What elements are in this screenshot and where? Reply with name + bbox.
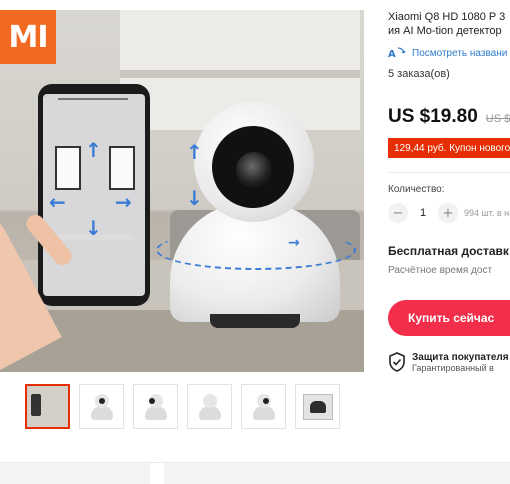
arrow-down-icon: ↓ xyxy=(85,216,102,240)
increase-quantity-button[interactable]: + xyxy=(438,203,458,223)
translate-title-link[interactable]: A Посмотреть названи xyxy=(388,46,507,60)
thumbnail-6[interactable] xyxy=(295,384,340,429)
buyer-protection: Защита покупателя Гарантированный в xyxy=(388,352,509,373)
arrow-left-icon: ← xyxy=(49,190,66,214)
thumbnail-camera-image xyxy=(252,393,275,420)
divider xyxy=(388,172,510,173)
thumbnail-camera-image xyxy=(144,393,167,420)
shipping-title: Бесплатная доставк xyxy=(388,244,509,258)
arrow-pan-icon: → xyxy=(288,235,300,251)
quantity-label: Количество: xyxy=(388,184,445,195)
thumbnail-camera-image xyxy=(198,393,221,420)
thumbnail-5[interactable] xyxy=(241,384,286,429)
buyer-protection-subtitle: Гарантированный в xyxy=(412,363,494,373)
stock-count: 994 шт. в нал xyxy=(464,208,510,218)
thumbnail-2[interactable] xyxy=(79,384,124,429)
buyer-protection-title: Защита покупателя xyxy=(412,352,509,363)
main-product-image[interactable]: ↑ ← → ↓ ↑ ↓ → xyxy=(0,10,364,372)
old-price: US $ xyxy=(485,113,510,125)
bottom-section-edge xyxy=(0,462,510,484)
shield-check-icon xyxy=(389,352,405,372)
shipping-estimate: Расчётное время дост xyxy=(388,265,493,276)
phone-screen: ↑ ← → ↓ xyxy=(43,94,145,296)
product-info-panel: Xiaomi Q8 HD 1080 P 3 ия AI Mo-tion дете… xyxy=(388,0,510,484)
arrow-rotate-up-icon: ↑ xyxy=(186,140,203,164)
thumbnail-scene-image xyxy=(27,386,68,427)
rotation-arc xyxy=(156,230,356,270)
current-price: US $19.80 xyxy=(388,106,478,127)
product-title-line-1[interactable]: Xiaomi Q8 HD 1080 P 3 xyxy=(388,10,505,24)
price-row: US $19.80 US $ xyxy=(388,106,510,128)
thumbnail-1[interactable] xyxy=(25,384,70,429)
bottom-gap xyxy=(150,463,164,484)
thumbnail-camera-image xyxy=(90,393,113,420)
buyer-protection-text: Защита покупателя Гарантированный в xyxy=(412,352,509,373)
thumbnail-3[interactable] xyxy=(133,384,178,429)
wall-picture-left xyxy=(55,146,81,190)
smartphone-image: ↑ ← → ↓ xyxy=(38,84,150,306)
camera-foot xyxy=(210,314,300,328)
quantity-value[interactable]: 1 xyxy=(414,207,432,219)
buy-now-button[interactable]: Купить сейчас xyxy=(388,300,510,336)
brand-logo: MI xyxy=(0,10,56,64)
quantity-stepper: − 1 + 994 шт. в нал xyxy=(388,203,510,223)
blinds xyxy=(120,70,360,78)
translate-link-label: Посмотреть названи xyxy=(412,47,508,59)
thumbnail-strip xyxy=(25,384,340,429)
decrease-quantity-button[interactable]: − xyxy=(388,203,408,223)
arrow-rotate-down-icon: ↓ xyxy=(186,186,203,210)
product-page: ↑ ← → ↓ ↑ ↓ → MI Xiaomi Q8 HD 1080 P 3 и… xyxy=(0,0,510,484)
coupon-label: 129,44 руб. Купон нового xyxy=(388,138,510,158)
svg-text:A: A xyxy=(388,49,396,60)
thumbnail-package-image xyxy=(302,393,333,420)
camera-lens xyxy=(236,152,272,188)
arrow-right-icon: → xyxy=(115,190,132,214)
arrow-up-icon: ↑ xyxy=(85,138,102,162)
chandelier xyxy=(58,98,128,124)
translate-icon: A xyxy=(388,47,406,60)
coupon-banner[interactable]: 129,44 руб. Купон нового xyxy=(388,138,510,158)
product-title-line-2[interactable]: ия AI Mo-tion детектор xyxy=(388,24,502,38)
thumbnail-4[interactable] xyxy=(187,384,232,429)
security-camera-image: ↑ ↓ → xyxy=(156,102,356,332)
wall-picture-right xyxy=(109,146,135,190)
orders-count: 5 заказа(ов) xyxy=(388,68,450,80)
